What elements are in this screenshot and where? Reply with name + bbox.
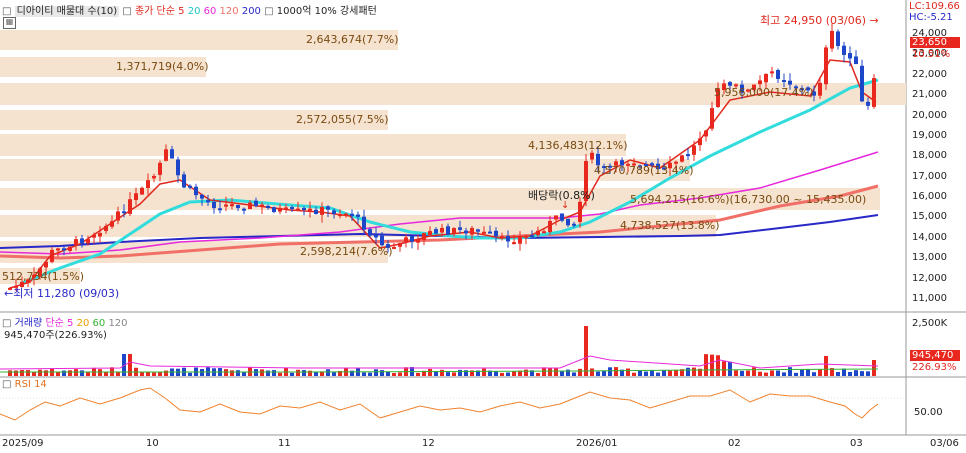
- current-pct-label: 10.51%: [912, 49, 951, 60]
- x-tick: 12: [422, 438, 435, 449]
- y-tick: 14,000: [912, 232, 947, 243]
- y-tick: 11,000: [912, 293, 947, 304]
- profile-label: 2,572,055(7.5%): [296, 113, 389, 126]
- y-tick: 19,000: [912, 130, 947, 141]
- y-tick: 16,000: [912, 191, 947, 202]
- hc-label: HC:-5.21: [909, 12, 953, 23]
- profile-label: 4,136,483(12.1%): [528, 139, 628, 152]
- volume-summary: 945,470주(226.93%): [4, 330, 107, 341]
- volume-y-tick: 2,500K: [912, 318, 948, 329]
- y-tick: 22,000: [912, 69, 947, 80]
- y-tick: 20,000: [912, 110, 947, 121]
- ma-period-60: 60: [203, 6, 217, 17]
- low-label: ←최저 11,280 (09/03): [4, 287, 120, 300]
- x-tick: 11: [278, 438, 291, 449]
- pattern-checkbox[interactable]: □: [264, 6, 273, 17]
- x-tick: 2026/01: [576, 438, 618, 449]
- indicator-title[interactable]: 디아이티 매물대 수(10): [14, 6, 120, 17]
- x-tick: 03: [850, 438, 863, 449]
- x-axis: 2025/09 10 11 12 2026/01 02 03 03/06: [0, 438, 966, 452]
- profile-label: 5,956,000(17.4%): [714, 86, 814, 99]
- ma-label: 종가 단순: [134, 6, 175, 17]
- volume-current-pct: 226.93%: [912, 362, 957, 373]
- profile-label: 512,734(1.5%): [2, 270, 85, 283]
- arrow-left-icon: ←: [4, 287, 14, 300]
- y-tick: 17,000: [912, 171, 947, 182]
- lc-label: LC:109.66: [909, 1, 960, 12]
- profile-label: 1,371,719(4.0%): [116, 60, 209, 73]
- rsi-checkbox[interactable]: □: [2, 379, 11, 390]
- ma-period-5: 5: [178, 6, 185, 17]
- profile-label: 2,598,214(7.6%): [300, 245, 393, 258]
- ma-checkbox[interactable]: □: [122, 6, 131, 17]
- x-tick: 10: [146, 438, 159, 449]
- vol-ma-120: 120: [108, 318, 128, 329]
- ma-period-20: 20: [187, 6, 201, 17]
- arrow-right-icon: →: [869, 14, 879, 27]
- profile-label: 2,643,674(7.7%): [306, 33, 399, 46]
- current-price-badge: 23,650: [910, 37, 960, 48]
- profile-label: 4,738,527(13.8%): [620, 219, 720, 232]
- volume-current-badge: 945,470: [910, 350, 960, 361]
- ma-period-120: 120: [219, 6, 239, 17]
- x-tick-date: 03/06: [930, 438, 959, 449]
- pattern-label: 1000억 10% 강세패턴: [276, 6, 377, 17]
- grid-icon[interactable]: ▦: [3, 17, 16, 29]
- high-label: 최고 24,950 (03/06) →: [760, 14, 879, 27]
- y-tick: 12,000: [912, 273, 947, 284]
- rsi-y-tick: 50.00: [914, 407, 943, 418]
- header-checkbox[interactable]: □: [2, 6, 11, 17]
- y-tick: 13,000: [912, 252, 947, 263]
- y-tick: 18,000: [912, 150, 947, 161]
- chart-header: □ 디아이티 매물대 수(10) □ 종가 단순 5 20 60 120 200…: [2, 2, 377, 17]
- rsi-title: RSI 14: [14, 379, 47, 390]
- rsi-header: □ RSI 14: [2, 379, 47, 390]
- x-tick: 02: [728, 438, 741, 449]
- y-tick: 21,000: [912, 89, 947, 100]
- x-tick: 2025/09: [2, 438, 44, 449]
- dividend-arrow-icon: ↓: [561, 200, 570, 211]
- ma-period-200: 200: [241, 6, 261, 17]
- y-tick: 15,000: [912, 211, 947, 222]
- profile-label: 5,694,215(16.6%)(16,730.00 ~ 15,435.00): [630, 193, 867, 206]
- profile-label: 4,570,789(13.4%): [594, 164, 694, 177]
